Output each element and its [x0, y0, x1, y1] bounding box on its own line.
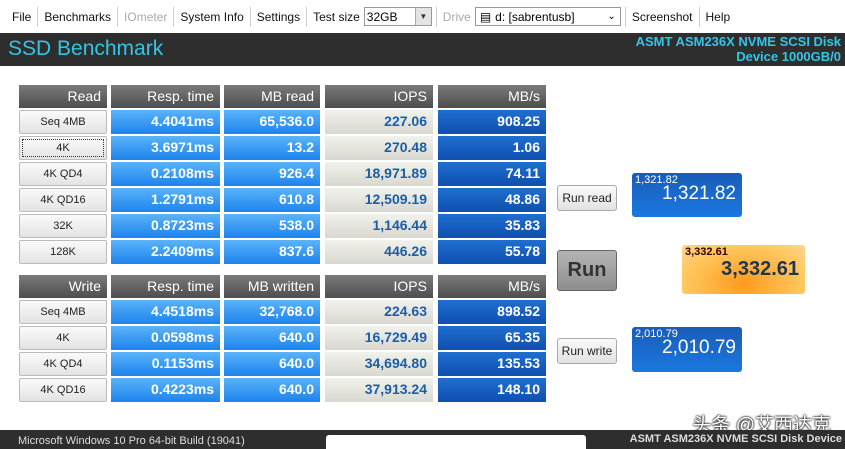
write-resp-time: 4.4518ms [111, 300, 220, 324]
read-test-label-button[interactable]: 4K QD4 [19, 162, 107, 186]
write-test-label-button[interactable]: 4K [19, 326, 107, 350]
write-header-mbs: MB/s [438, 275, 546, 298]
read-mb-value: 610.8 [224, 188, 320, 212]
read-header-mb-value: MB read [224, 85, 320, 108]
write-iops: 34,694.80 [325, 352, 433, 376]
read-test-label-button[interactable]: 128K [19, 240, 107, 264]
write-iops: 224.63 [325, 300, 433, 324]
status-bar: Microsoft Windows 10 Pro 64-bit Build (1… [0, 430, 845, 449]
read-resp-time: 3.6971ms [111, 136, 220, 160]
drive-select[interactable]: ▤ d: [sabrentusb] ⌄ [474, 7, 621, 26]
drive-value: d: [sabrentusb] [495, 9, 575, 24]
footer-device: ASMT ASM236X NVME SCSI Disk Device [629, 433, 842, 445]
write-iops: 37,913.24 [325, 378, 433, 402]
read-iops: 12,509.19 [325, 188, 433, 212]
read-mb-value: 65,536.0 [224, 110, 320, 134]
read-test-label-button[interactable]: 4K QD16 [19, 188, 107, 212]
toolbar: File Benchmarks IOmeter System Info Sett… [0, 0, 845, 33]
write-score: 2,010.79 2,010.79 [632, 327, 742, 372]
write-mbs: 898.52 [438, 300, 546, 324]
read-mb-value: 13.2 [224, 136, 320, 160]
read-iops: 18,971.89 [325, 162, 433, 186]
menu-system-info[interactable]: System Info [174, 6, 251, 27]
write-mb-value: 640.0 [224, 326, 320, 350]
total-score-small: 3,332.61 [685, 246, 728, 258]
read-header-test-label: Read [19, 85, 107, 108]
read-resp-time: 0.2108ms [111, 162, 220, 186]
test-size-label: Test size [313, 9, 360, 24]
write-header-test-label: Write [19, 275, 107, 298]
read-test-label-button[interactable]: 4K [19, 136, 107, 160]
dropdown-arrow-icon[interactable]: ▼ [414, 8, 431, 25]
menu-iometer: IOmeter [118, 6, 175, 27]
read-resp-time: 4.4041ms [111, 110, 220, 134]
write-resp-time: 0.4223ms [111, 378, 220, 402]
write-header-mb-value: MB written [224, 275, 320, 298]
write-iops: 16,729.49 [325, 326, 433, 350]
write-score-value: 2,010.79 [662, 337, 736, 358]
menu-file[interactable]: File [6, 6, 39, 27]
write-header-iops: IOPS [325, 275, 433, 298]
write-resp-time: 0.0598ms [111, 326, 220, 350]
write-mbs: 65.35 [438, 326, 546, 350]
write-resp-time: 0.1153ms [111, 352, 220, 376]
test-size-select[interactable]: 32GB ▼ [363, 7, 432, 26]
write-mbs: 148.10 [438, 378, 546, 402]
write-mb-value: 640.0 [224, 378, 320, 402]
read-test-label-button[interactable]: 32K [19, 214, 107, 238]
write-mbs: 135.53 [438, 352, 546, 376]
read-mbs: 74.11 [438, 162, 546, 186]
read-iops: 227.06 [325, 110, 433, 134]
read-mb-value: 837.6 [224, 240, 320, 264]
read-mbs: 55.78 [438, 240, 546, 264]
read-mb-value: 926.4 [224, 162, 320, 186]
read-header-resp-time: Resp. time [111, 85, 220, 108]
read-resp-time: 2.2409ms [111, 240, 220, 264]
run-button[interactable]: Run [557, 250, 617, 291]
drive-icon: ▤ [479, 9, 492, 24]
total-score: 3,332.61 3,332.61 [682, 245, 805, 294]
read-iops: 270.48 [325, 136, 433, 160]
write-mb-value: 640.0 [224, 352, 320, 376]
test-size-value: 32GB [366, 9, 398, 24]
os-info: Microsoft Windows 10 Pro 64-bit Build (1… [18, 435, 245, 447]
read-iops: 446.26 [325, 240, 433, 264]
read-mbs: 908.25 [438, 110, 546, 134]
drive-label: Drive [435, 6, 471, 27]
read-mbs: 1.06 [438, 136, 546, 160]
device-name: ASMT ASM236X NVME SCSI Disk Device 1000GB… [636, 34, 841, 64]
menu-help[interactable]: Help [700, 7, 737, 27]
read-header-iops: IOPS [325, 85, 433, 108]
run-read-button[interactable]: Run read [557, 185, 617, 211]
read-resp-time: 1.2791ms [111, 188, 220, 212]
menu-settings[interactable]: Settings [251, 6, 308, 27]
total-score-value: 3,332.61 [721, 258, 799, 280]
read-iops: 1,146.44 [325, 214, 433, 238]
write-test-label-button[interactable]: Seq 4MB [19, 300, 107, 324]
write-header-resp-time: Resp. time [111, 275, 220, 298]
menu-benchmarks[interactable]: Benchmarks [38, 6, 119, 27]
write-test-label-button[interactable]: 4K QD16 [19, 378, 107, 402]
read-score: 1,321.82 1,321.82 [632, 173, 742, 217]
device-line-2: Device 1000GB/0 [736, 49, 841, 64]
read-mbs: 48.86 [438, 188, 546, 212]
read-mbs: 35.83 [438, 214, 546, 238]
header-banner: SSD Benchmark ASMT ASM236X NVME SCSI Dis… [0, 33, 845, 66]
menu-screenshot[interactable]: Screenshot [624, 6, 700, 27]
write-test-label-button[interactable]: 4K QD4 [19, 352, 107, 376]
run-write-button[interactable]: Run write [557, 338, 617, 364]
read-test-label-button[interactable]: Seq 4MB [19, 110, 107, 134]
read-score-value: 1,321.82 [662, 183, 736, 204]
read-header-mbs: MB/s [438, 85, 546, 108]
write-mb-value: 32,768.0 [224, 300, 320, 324]
read-resp-time: 0.8723ms [111, 214, 220, 238]
progress-box [326, 435, 586, 449]
read-mb-value: 538.0 [224, 214, 320, 238]
device-line-1: ASMT ASM236X NVME SCSI Disk [635, 34, 841, 49]
page-title: SSD Benchmark [8, 37, 164, 60]
chevron-down-icon[interactable]: ⌄ [607, 11, 619, 22]
